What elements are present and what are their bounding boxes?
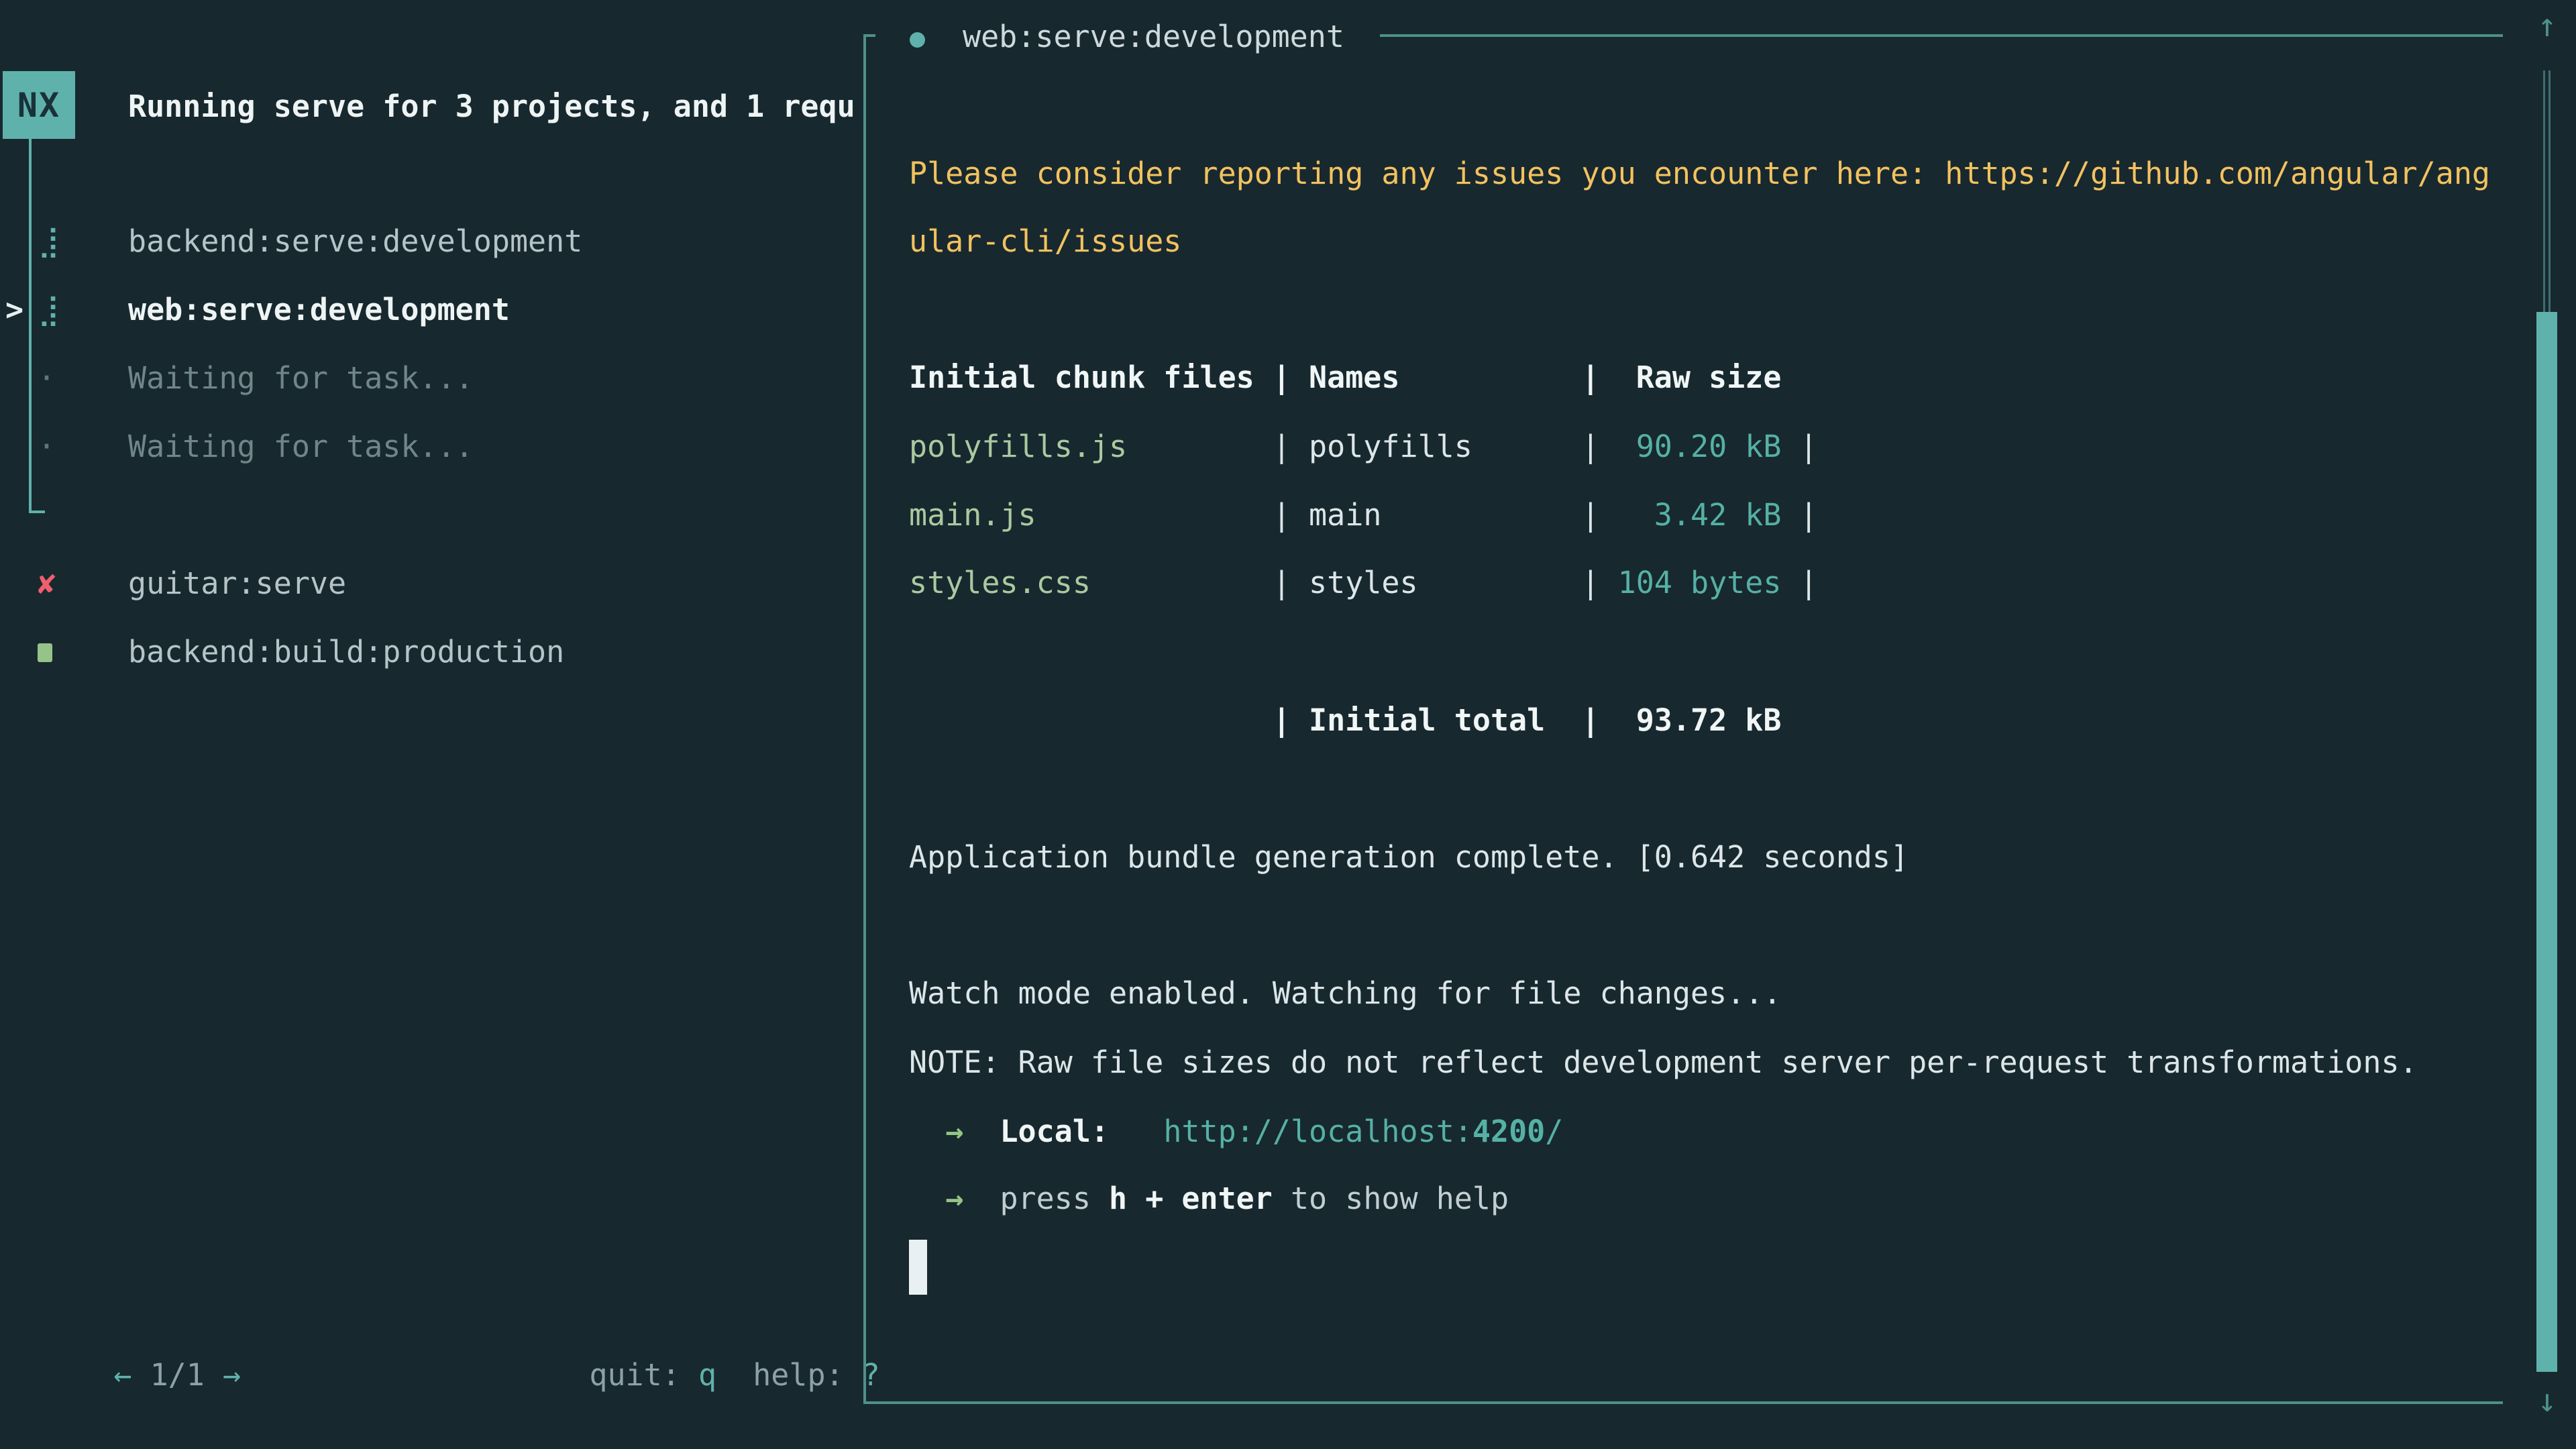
- task-item-guitar-serve[interactable]: ✘ guitar:serve: [0, 564, 859, 604]
- terminal-text: [909, 1114, 945, 1149]
- terminal-line: NOTE: Raw file sizes do not reflect deve…: [909, 1042, 2418, 1083]
- quit-key: q: [698, 1357, 716, 1393]
- terminal-text: styles.css: [909, 565, 1091, 600]
- panel-border-top-stub: [863, 34, 875, 37]
- terminal-text: [963, 1114, 1000, 1149]
- sidebar-title: Running serve for 3 projects, and 1 requ: [128, 86, 858, 127]
- scroll-down-arrow-icon[interactable]: ↓: [2530, 1381, 2564, 1421]
- task-item-backend-build-production[interactable]: backend:build:production: [0, 632, 859, 672]
- task-label: backend:build:production: [128, 632, 564, 672]
- task-running-spinner-icon: ⣸: [38, 290, 60, 330]
- terminal-line: Watch mode enabled. Watching for file ch…: [909, 973, 1781, 1014]
- terminal-cursor: [909, 1240, 927, 1295]
- terminal-line: ular-cli/issues: [909, 221, 1181, 262]
- terminal-text: /: [1545, 1114, 1563, 1149]
- terminal-line: Initial chunk files | Names | Raw size: [909, 358, 1781, 398]
- terminal-text: [963, 1181, 1000, 1216]
- terminal-text: [1109, 1114, 1163, 1149]
- terminal-line: polyfills.js | polyfills | 90.20 kB |: [909, 427, 1818, 467]
- terminal-line: | Initial total | 93.72 kB: [909, 700, 1781, 741]
- terminal-text: Local:: [1000, 1114, 1109, 1149]
- terminal-text: Initial chunk files | Names | Raw size: [909, 360, 1781, 395]
- terminal-line: styles.css | styles | 104 bytes |: [909, 563, 1818, 603]
- task-label: Waiting for task...: [128, 427, 474, 467]
- spacer: [205, 1357, 223, 1393]
- nx-logo-badge: NX: [3, 71, 75, 139]
- task-group-branch-corner: [29, 511, 45, 513]
- terminal-text: press: [1000, 1181, 1109, 1216]
- terminal-text: Application bundle generation complete. …: [909, 839, 1909, 875]
- sidebar: NX Running serve for 3 projects, and 1 r…: [0, 0, 863, 1449]
- terminal-text: →: [945, 1114, 963, 1149]
- terminal-text: [909, 702, 1273, 738]
- terminal-text: |: [1800, 565, 1818, 600]
- terminal-line: → press h + enter to show help: [909, 1179, 1509, 1219]
- terminal-text: | polyfills |: [1127, 429, 1599, 464]
- quit-label: quit:: [589, 1357, 698, 1393]
- task-item-waiting-for-task-[interactable]: · Waiting for task...: [0, 427, 859, 467]
- selected-task-chevron-icon: >: [5, 290, 23, 330]
- terminal-line: Please consider reporting any issues you…: [909, 154, 2490, 194]
- terminal-text: [1781, 565, 1799, 600]
- panel-border-top: [1380, 34, 2503, 37]
- page-indicator: [131, 1357, 150, 1393]
- page-prev-arrow-icon[interactable]: ←: [113, 1357, 131, 1393]
- terminal-line: Application bundle generation complete. …: [909, 837, 1909, 877]
- panel-title: web:serve:development: [963, 17, 1344, 57]
- scrollbar-thumb[interactable]: [2536, 312, 2557, 1372]
- task-waiting-dot-icon: ·: [38, 427, 56, 467]
- pagination: ← 1/1 →: [41, 1315, 241, 1355]
- terminal-text: NOTE: Raw file sizes do not reflect deve…: [909, 1044, 2418, 1080]
- help-label: help:: [716, 1357, 862, 1393]
- task-label: guitar:serve: [128, 564, 346, 604]
- task-item-waiting-for-task-[interactable]: · Waiting for task...: [0, 358, 859, 398]
- task-item-backend-serve-development[interactable]: ⣸ backend:serve:development: [0, 221, 859, 262]
- task-label: backend:serve:development: [128, 221, 582, 262]
- terminal-text: |: [1800, 429, 1818, 464]
- task-item-web-serve-development[interactable]: > ⣸ web:serve:development: [0, 290, 859, 330]
- terminal-text: Watch mode enabled. Watching for file ch…: [909, 975, 1781, 1011]
- terminal-text: Please consider reporting any issues you…: [909, 156, 2490, 191]
- terminal-text: | main |: [1036, 497, 1600, 533]
- panel-border-left: [863, 34, 866, 1404]
- task-waiting-dot-icon: ·: [38, 358, 56, 398]
- terminal-text: 3.42 kB: [1600, 497, 1782, 533]
- task-status-dot-icon: [910, 32, 925, 48]
- terminal-text: h + enter: [1109, 1181, 1273, 1216]
- terminal-text: | styles |: [1091, 565, 1600, 600]
- terminal-text: [1781, 429, 1799, 464]
- task-running-spinner-icon: ⣸: [38, 221, 60, 262]
- terminal-text: [1781, 497, 1799, 533]
- task-success-square-icon: [38, 632, 52, 672]
- terminal-text: 104 bytes: [1600, 565, 1782, 600]
- task-label: Waiting for task...: [128, 358, 474, 398]
- keyboard-shortcuts-hint: quit: q help: ?: [517, 1315, 880, 1355]
- page-next-arrow-icon[interactable]: →: [223, 1357, 241, 1393]
- terminal-text: |: [1800, 497, 1818, 533]
- scroll-up-arrow-icon[interactable]: ↑: [2530, 5, 2564, 46]
- terminal-text: ular-cli/issues: [909, 223, 1181, 259]
- task-failed-cross-icon: ✘: [38, 564, 56, 604]
- task-label: web:serve:development: [128, 290, 510, 330]
- terminal-line: main.js | main | 3.42 kB |: [909, 495, 1818, 535]
- terminal-text: 90.20 kB: [1600, 429, 1782, 464]
- local-server-url[interactable]: http://localhost:: [1163, 1114, 1472, 1149]
- terminal-text: | Initial total | 93.72 kB: [1273, 702, 1782, 738]
- terminal-line: → Local: http://localhost:4200/: [909, 1112, 1563, 1152]
- terminal-text: [909, 1181, 945, 1216]
- panel-border-bottom: [863, 1401, 2503, 1404]
- terminal-text: to show help: [1273, 1181, 1509, 1216]
- terminal-text: polyfills.js: [909, 429, 1127, 464]
- page-number: 1/1: [150, 1357, 205, 1393]
- terminal-text: →: [945, 1181, 963, 1216]
- terminal-text: 4200: [1472, 1114, 1545, 1149]
- terminal-text: main.js: [909, 497, 1036, 533]
